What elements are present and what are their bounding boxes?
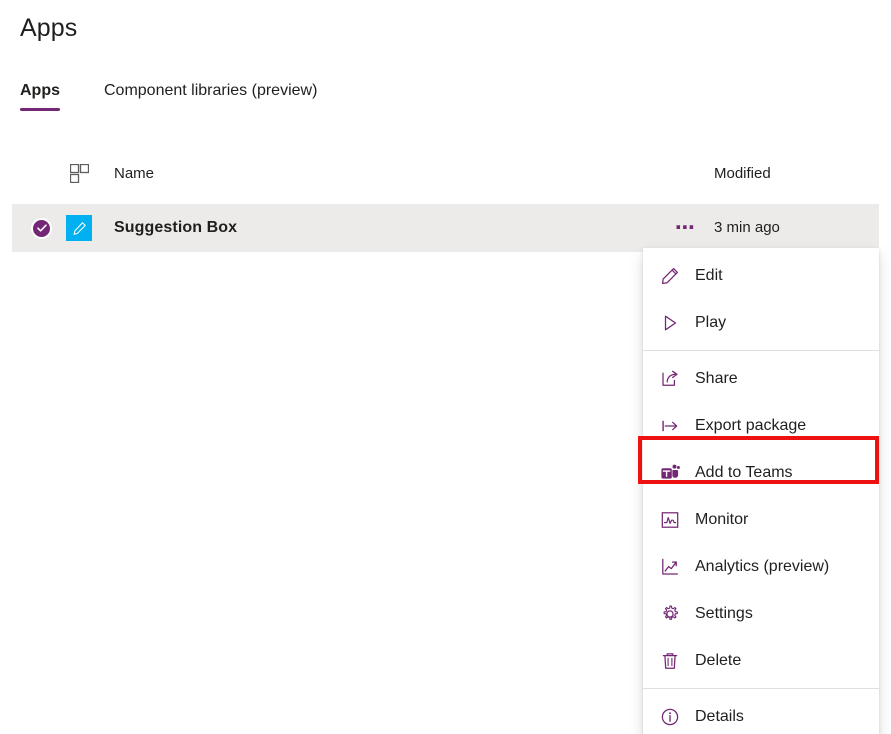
row-select-column [12,218,56,239]
row-app-icon-column [56,215,102,241]
app-grid-icon [56,164,102,183]
menu-item-play-label: Play [685,314,726,332]
export-icon [655,416,685,436]
menu-item-export-package-label: Export package [685,417,806,435]
monitor-icon [655,510,685,530]
share-icon [655,369,685,389]
ellipsis-icon[interactable]: ⋯ [675,223,697,233]
menu-item-details[interactable]: Details [643,693,879,734]
row-actions-column: ⋯ [658,223,714,233]
row-name: Suggestion Box [102,219,658,237]
tab-apps-label: Apps [20,82,60,99]
menu-item-export-package[interactable]: Export package [643,402,879,449]
menu-item-analytics-label: Analytics (preview) [685,558,829,576]
modified-value: 3 min ago [714,219,780,236]
header-name[interactable]: Name [102,165,658,182]
menu-divider-2 [643,688,879,689]
menu-item-details-label: Details [685,708,744,726]
menu-item-settings-label: Settings [685,605,753,623]
menu-item-add-to-teams-label: Add to Teams [685,464,793,482]
tab-component-libraries-label: Component libraries (preview) [104,82,317,99]
play-icon [655,313,685,333]
menu-item-delete-label: Delete [685,652,741,670]
menu-item-monitor-label: Monitor [685,511,748,529]
gear-icon [655,604,685,624]
page-title: Apps [20,14,77,43]
menu-item-play[interactable]: Play [643,299,879,346]
row-modified: 3 min ago [714,219,879,237]
tab-component-libraries[interactable]: Component libraries (preview) [104,82,317,111]
menu-item-settings[interactable]: Settings [643,590,879,637]
tab-bar: Apps Component libraries (preview) [20,82,361,111]
menu-item-add-to-teams[interactable]: Add to Teams [643,449,879,496]
info-icon [655,707,685,727]
tab-active-underline [20,108,60,111]
list-header-row: Name Modified [12,155,879,191]
context-menu: Edit Play Share [643,248,879,734]
check-circle-icon[interactable] [31,218,52,239]
menu-item-share-label: Share [685,370,738,388]
menu-item-share[interactable]: Share [643,355,879,402]
tab-apps[interactable]: Apps [20,82,60,111]
pencil-app-tile-icon [66,215,92,241]
menu-item-monitor[interactable]: Monitor [643,496,879,543]
analytics-icon [655,557,685,577]
pencil-icon [655,266,685,286]
apps-page: Apps Apps Component libraries (preview) … [0,0,891,734]
menu-divider-1 [643,350,879,351]
header-modified[interactable]: Modified [714,165,879,182]
menu-item-edit[interactable]: Edit [643,252,879,299]
teams-icon [655,463,685,483]
menu-item-analytics[interactable]: Analytics (preview) [643,543,879,590]
app-name-label: Suggestion Box [114,219,237,236]
menu-item-edit-label: Edit [685,267,723,285]
table-row[interactable]: Suggestion Box ⋯ 3 min ago [12,204,879,252]
trash-icon [655,651,685,671]
menu-item-delete[interactable]: Delete [643,637,879,684]
